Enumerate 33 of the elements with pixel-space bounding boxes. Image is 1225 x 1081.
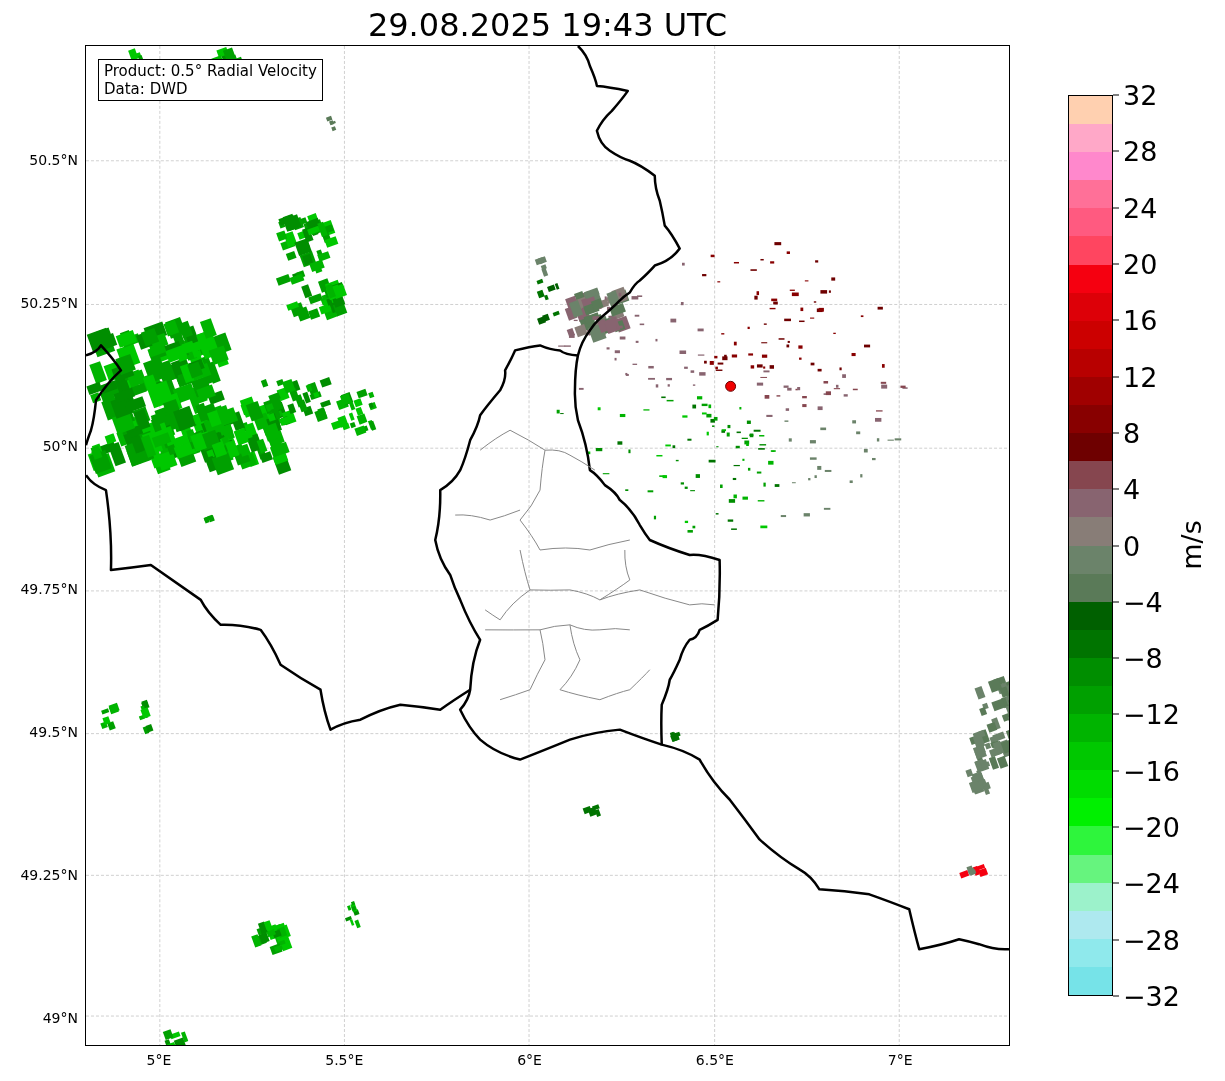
scale-label: 32	[1113, 79, 1158, 111]
scale-label: −16	[1113, 755, 1180, 787]
latitude-label: 50.5°N	[29, 152, 78, 168]
unit-label: m/s	[1175, 520, 1207, 570]
latitude-label: 50°N	[42, 438, 78, 454]
latitude-label: 49.75°N	[20, 581, 78, 597]
legend-text: Data: DWD	[104, 80, 189, 98]
scale-label: −20	[1113, 811, 1180, 843]
longitude-label: 6°E	[517, 1052, 542, 1068]
longitude-label: 5°E	[146, 1052, 172, 1068]
legend-text: Product: 0.5° Radial Velocity	[104, 62, 317, 80]
scale-label: 0	[1113, 530, 1141, 561]
latitude-label: 49.5°N	[29, 724, 78, 740]
scale-label: −4	[1113, 586, 1163, 618]
latitude-label: 49°N	[42, 1010, 78, 1026]
scale-label: −28	[1113, 924, 1180, 956]
latitude-label: 50.25°N	[20, 295, 78, 311]
scale-label: −12	[1113, 698, 1180, 730]
longitude-label: 7°E	[887, 1052, 913, 1068]
scale-label: −32	[1113, 980, 1180, 1012]
scale-label: 4	[1113, 473, 1141, 505]
longitude-label: 6.5°E	[695, 1052, 734, 1068]
latitude-label: 49.25°N	[20, 867, 78, 883]
scale-label: 16	[1113, 304, 1158, 336]
scale-label: 24	[1113, 192, 1158, 224]
scale-label: −8	[1113, 642, 1163, 674]
scale-label: 12	[1113, 361, 1158, 393]
longitude-label: 5.5°E	[325, 1052, 364, 1068]
chart-title: 29.08.2025 19:43 UTC	[366, 9, 728, 41]
scale-label: −24	[1113, 867, 1180, 899]
scale-label: 20	[1113, 248, 1158, 280]
scale-label: 28	[1113, 135, 1158, 167]
scale-label: 8	[1113, 417, 1141, 449]
